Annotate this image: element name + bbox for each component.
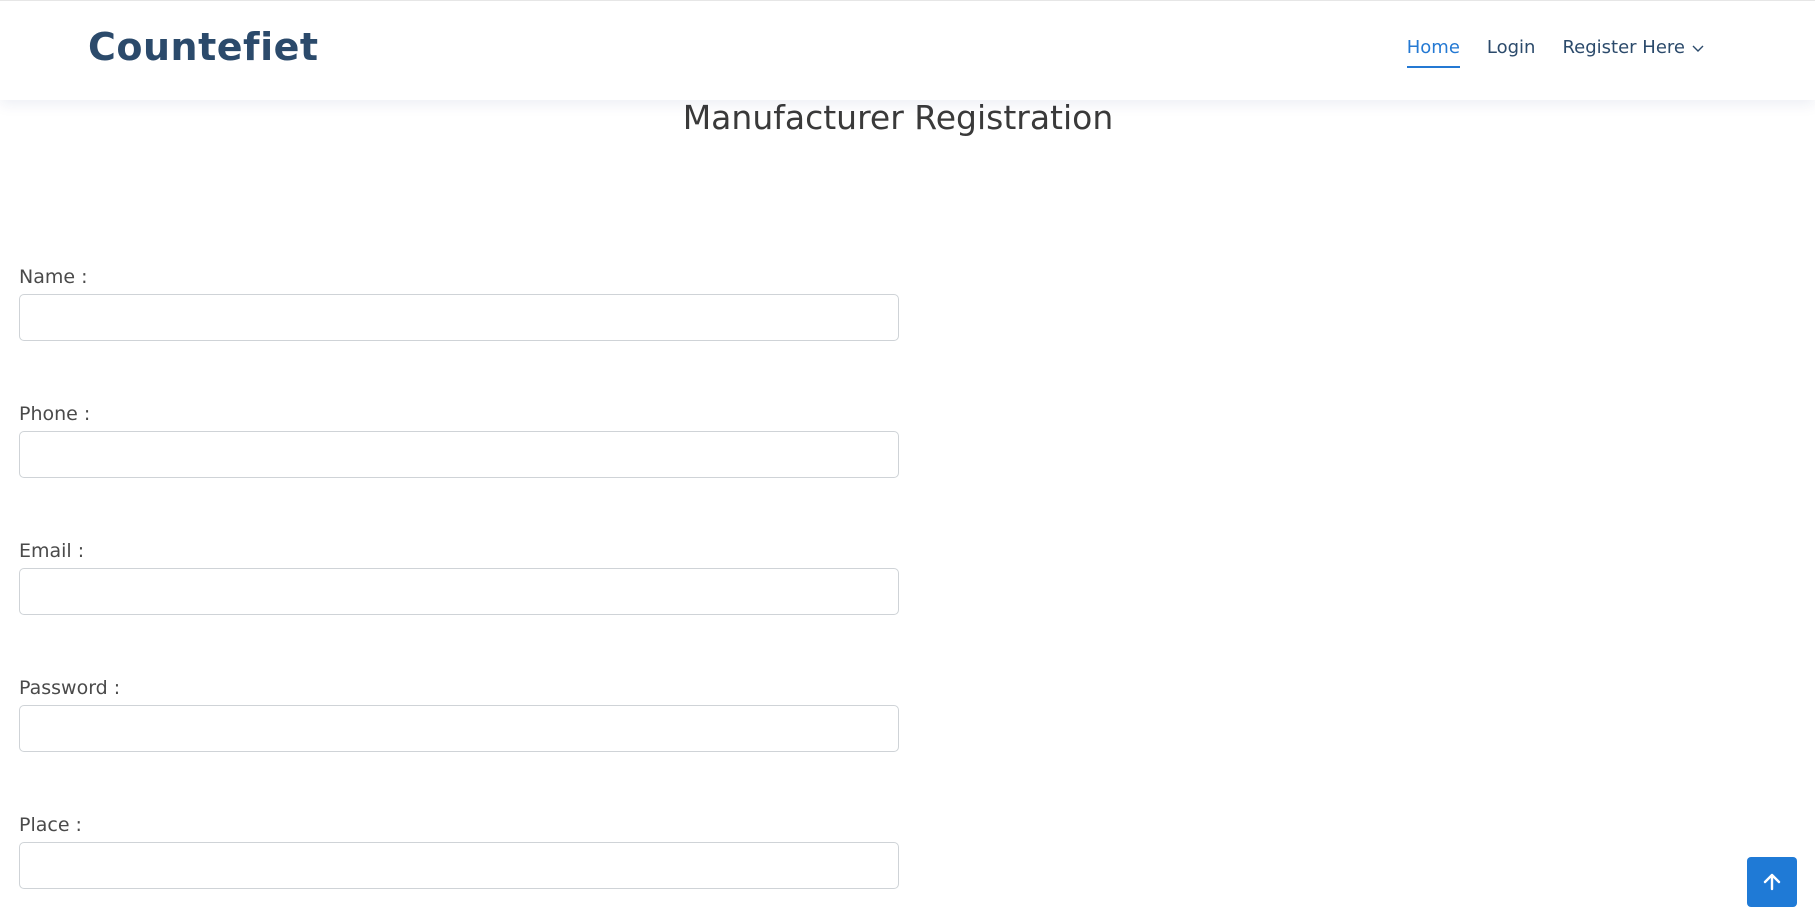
- site-logo[interactable]: Countefiet: [88, 25, 319, 69]
- password-label: Password :: [19, 677, 121, 699]
- nav-register-label: Register Here: [1562, 37, 1685, 58]
- back-to-top-button[interactable]: [1747, 857, 1797, 907]
- place-input[interactable]: [19, 842, 899, 889]
- nav-register-dropdown[interactable]: Register Here: [1562, 37, 1705, 68]
- place-label: Place :: [19, 814, 82, 836]
- name-input[interactable]: [19, 294, 899, 341]
- chevron-down-icon: [1692, 45, 1704, 52]
- nav-login[interactable]: Login: [1487, 37, 1536, 68]
- password-input[interactable]: [19, 705, 899, 752]
- main-nav: Home Login Register Here: [1380, 37, 1705, 68]
- email-input[interactable]: [19, 568, 899, 615]
- phone-input[interactable]: [19, 431, 899, 478]
- page-title: Manufacturer Registration: [682, 98, 1114, 137]
- email-label: Email :: [19, 540, 85, 562]
- nav-home[interactable]: Home: [1406, 37, 1460, 68]
- phone-label: Phone :: [19, 403, 91, 425]
- arrow-up-icon: [1763, 873, 1781, 891]
- site-header: Countefiet Home Login Register Here: [0, 0, 1815, 100]
- name-label: Name :: [19, 266, 88, 288]
